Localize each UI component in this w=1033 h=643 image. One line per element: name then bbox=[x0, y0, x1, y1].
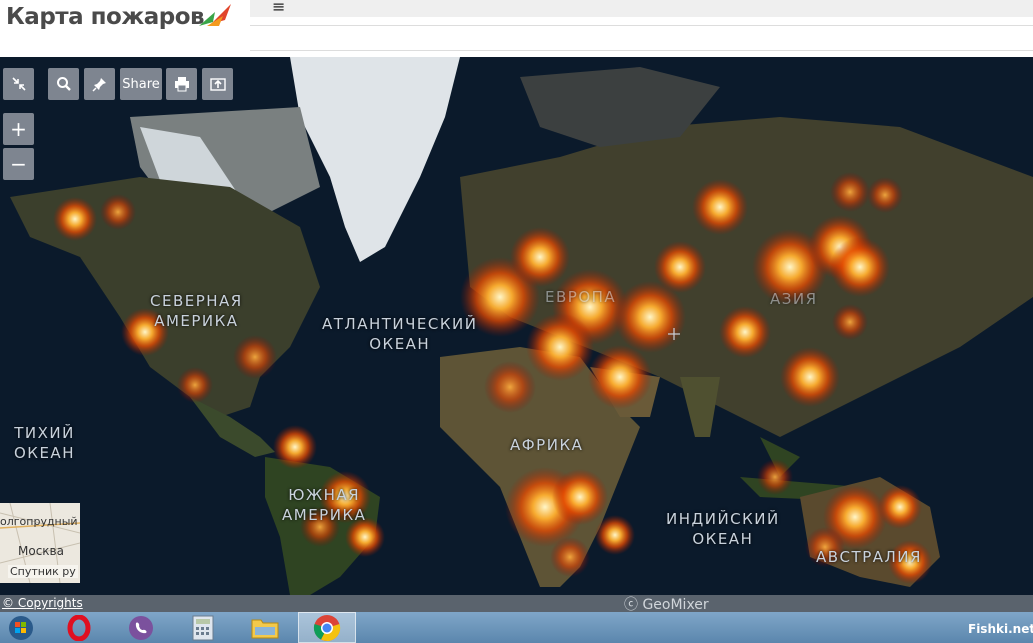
taskbar-file-explorer[interactable] bbox=[236, 612, 294, 643]
calculator-icon bbox=[192, 615, 214, 640]
taskbar-opera[interactable] bbox=[50, 612, 108, 643]
provider-label: ⓒ GeoMixer bbox=[624, 597, 709, 613]
zoom-in-button[interactable]: + bbox=[3, 113, 34, 145]
viber-icon bbox=[129, 615, 153, 640]
chrome-icon bbox=[313, 614, 341, 641]
label-indian: ИНДИЙСКИЙ ОКЕАН bbox=[666, 509, 780, 549]
collapse-button[interactable] bbox=[3, 68, 34, 100]
label-europe: ЕВРОПА bbox=[545, 288, 617, 306]
taskbar-viber[interactable] bbox=[112, 612, 170, 643]
taskbar-chrome[interactable] bbox=[298, 612, 356, 643]
label-north-america: СЕВЕРНАЯ АМЕРИКА bbox=[150, 291, 243, 331]
export-icon bbox=[209, 78, 226, 91]
zoom-out-button[interactable]: − bbox=[3, 148, 34, 180]
label-asia: АЗИЯ bbox=[770, 290, 818, 308]
menu-bar bbox=[250, 0, 1033, 17]
label-south-america-line1: ЮЖНАЯ bbox=[288, 486, 361, 504]
search-button[interactable] bbox=[48, 68, 79, 100]
file-explorer-icon bbox=[251, 619, 279, 638]
app-title: Карта пожаров bbox=[6, 4, 205, 30]
label-north-america-line2: АМЕРИКА bbox=[154, 312, 239, 330]
logo-area: Карта пожаров bbox=[0, 0, 248, 57]
app-header: Карта пожаров ≡ bbox=[0, 0, 1033, 57]
label-australia: АВСТРАЛИЯ bbox=[816, 548, 922, 566]
share-button[interactable]: Share bbox=[120, 68, 162, 100]
label-north-america-line1: СЕВЕРНАЯ bbox=[150, 292, 243, 310]
label-pacific: ТИХИЙ ОКЕАН bbox=[14, 423, 75, 463]
minimap-layer[interactable]: Спутник ру bbox=[8, 565, 78, 578]
taskbar-calculator[interactable] bbox=[174, 612, 232, 643]
search-bar[interactable] bbox=[250, 25, 1033, 51]
print-button[interactable] bbox=[166, 68, 197, 100]
search-icon bbox=[56, 77, 71, 91]
collapse-arrows-icon bbox=[11, 77, 26, 91]
label-south-america-line2: АМЕРИКА bbox=[282, 506, 367, 524]
windows-start-icon bbox=[9, 615, 33, 640]
fire-map[interactable]: СЕВЕРНАЯ АМЕРИКА АТЛАНТИЧЕСКИЙ ОКЕАН ТИХ… bbox=[0, 57, 1033, 595]
label-atlantic: АТЛАНТИЧЕСКИЙ ОКЕАН bbox=[322, 314, 477, 354]
label-south-america: ЮЖНАЯ АМЕРИКА bbox=[282, 485, 366, 525]
print-icon bbox=[174, 77, 189, 92]
label-pacific-line2: ОКЕАН bbox=[14, 444, 75, 462]
label-atlantic-line2: ОКЕАН bbox=[369, 335, 431, 353]
opera-icon bbox=[67, 614, 91, 641]
menu-icon[interactable]: ≡ bbox=[272, 0, 285, 16]
copyright-link[interactable]: © Copyrights bbox=[2, 596, 83, 610]
pin-button[interactable] bbox=[84, 68, 115, 100]
label-indian-line1: ИНДИЙСКИЙ bbox=[666, 510, 780, 528]
minimap-city: Москва bbox=[18, 544, 64, 558]
pin-icon bbox=[91, 78, 106, 92]
label-africa: АФРИКА bbox=[510, 436, 584, 454]
label-indian-line2: ОКЕАН bbox=[692, 530, 754, 548]
minimap[interactable]: олгопрудный Москва Спутник ру bbox=[0, 503, 80, 583]
logo-icon bbox=[199, 4, 231, 26]
label-atlantic-line1: АТЛАНТИЧЕСКИЙ bbox=[322, 315, 478, 333]
watermark: Fishki.net bbox=[968, 622, 1033, 636]
label-pacific-line1: ТИХИЙ bbox=[14, 424, 75, 442]
minimap-place: олгопрудный bbox=[0, 515, 78, 528]
attribution-bar bbox=[0, 595, 1033, 612]
export-button[interactable] bbox=[202, 68, 233, 100]
windows-start-button[interactable] bbox=[0, 612, 50, 643]
